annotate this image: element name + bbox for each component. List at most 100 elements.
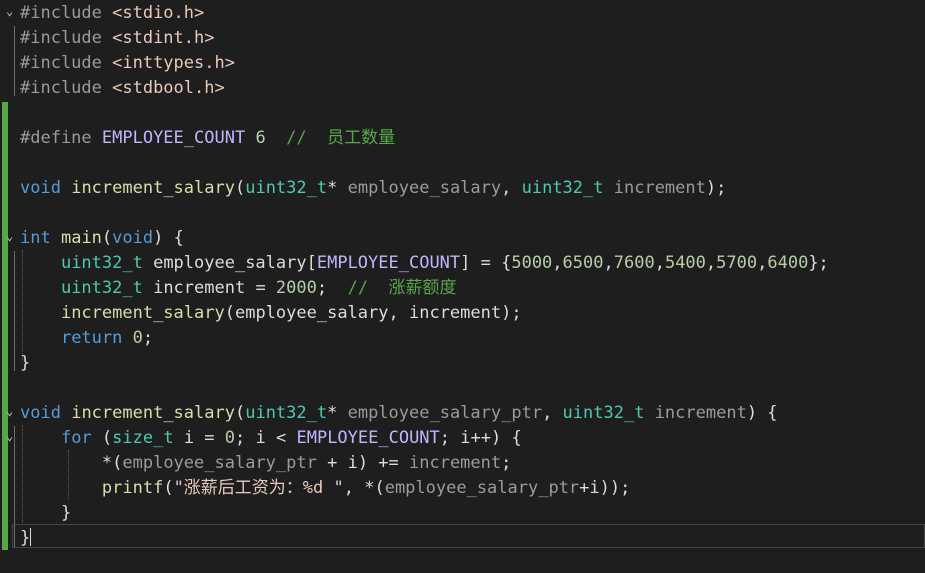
code-token: EMPLOYEE_COUNT — [296, 428, 440, 448]
code-token: employee_salary — [142, 253, 307, 273]
code-token: // 涨薪额度 — [347, 278, 457, 298]
code-token: , — [603, 253, 614, 273]
code-token: ] = { — [460, 253, 512, 273]
code-token: ( — [234, 403, 246, 423]
fold-chevron-icon[interactable]: ⌄ — [6, 224, 18, 249]
code-token: uint32_t — [521, 178, 604, 198]
code-token: , — [542, 403, 563, 423]
code-token: increment — [654, 403, 747, 423]
code-line[interactable]: void increment_salary(uint32_t* employee… — [20, 401, 778, 426]
code-token: #define — [20, 128, 102, 148]
code-line[interactable]: uint32_t employee_salary[EMPLOYEE_COUNT]… — [20, 251, 829, 276]
code-line[interactable]: printf("涨薪后工资为：%d ", *(employee_salary_p… — [20, 476, 631, 501]
code-line[interactable]: #define EMPLOYEE_COUNT 6 // 员工数量 — [20, 126, 395, 151]
code-token: return — [60, 328, 123, 348]
code-token: < — [276, 428, 297, 448]
code-line[interactable]: for (size_t i = 0; i < EMPLOYEE_COUNT; i… — [20, 426, 522, 451]
code-token: ; — [439, 428, 461, 448]
code-token: <stdbool.h> — [112, 78, 225, 98]
code-token: , — [654, 253, 665, 273]
code-token: 5700 — [716, 253, 758, 273]
code-token: i — [460, 428, 471, 448]
code-token: <inttypes.h> — [112, 53, 235, 73]
code-line[interactable]: int main(void) { — [20, 226, 184, 251]
code-token: int — [20, 228, 51, 248]
code-token: <stdint.h> — [112, 28, 215, 48]
code-token: 6 — [255, 128, 266, 148]
code-line[interactable]: return 0; — [20, 326, 153, 351]
code-token: , — [501, 178, 522, 198]
code-token: [ — [306, 253, 317, 273]
code-token: * — [327, 178, 348, 198]
fold-region-line — [14, 251, 15, 371]
code-token: } — [20, 353, 31, 373]
code-token: * — [327, 403, 348, 423]
code-token: = — [255, 278, 276, 298]
code-token: uint32_t — [245, 403, 328, 423]
code-token: uint32_t — [60, 278, 143, 298]
code-token: void — [20, 403, 61, 423]
code-line[interactable]: #include <inttypes.h> — [20, 51, 235, 76]
code-token: }; — [808, 253, 829, 273]
code-token: ); — [705, 178, 727, 198]
code-token: )); — [599, 478, 631, 498]
code-token: ( — [224, 303, 235, 323]
code-line[interactable]: } — [20, 526, 30, 551]
code-token: increment — [613, 178, 706, 198]
code-line[interactable]: void increment_salary(uint32_t* employee… — [20, 176, 726, 201]
code-line[interactable]: increment_salary(employee_salary, increm… — [20, 301, 522, 326]
code-token: employee_salary_ptr — [347, 403, 543, 423]
code-line[interactable]: #include <stdint.h> — [20, 26, 214, 51]
code-token: // 员工数量 — [286, 128, 396, 148]
code-token: employee_salary — [234, 303, 389, 323]
fold-chevron-icon[interactable]: ⌄ — [6, 0, 18, 24]
current-line-highlight — [12, 524, 925, 548]
code-token: + — [316, 453, 348, 473]
fold-chevron-icon[interactable]: ⌄ — [6, 399, 18, 424]
code-token: #include — [20, 28, 113, 48]
code-token: EMPLOYEE_COUNT — [101, 128, 246, 148]
code-token: void — [20, 178, 61, 198]
code-token: 5000 — [511, 253, 553, 273]
code-token: } — [60, 503, 72, 523]
code-line[interactable]: #include <stdbool.h> — [20, 76, 225, 101]
code-token: , *( — [343, 478, 385, 498]
code-line[interactable]: #include <stdio.h> — [20, 1, 204, 26]
code-token: ) { — [746, 403, 778, 423]
code-line[interactable]: } — [20, 501, 71, 526]
code-token: ( — [101, 228, 113, 248]
code-token: #include — [20, 53, 113, 73]
code-token: increment — [409, 453, 502, 473]
code-token: = — [204, 428, 225, 448]
code-token: ; — [235, 428, 256, 448]
code-token: ; — [316, 278, 348, 298]
code-token: #include — [20, 78, 113, 98]
code-token: size_t — [112, 428, 174, 448]
code-token: , — [552, 253, 563, 273]
fold-chevron-icon[interactable]: ⌄ — [6, 424, 18, 449]
code-token: ) { — [153, 228, 184, 248]
code-token: *( — [101, 453, 123, 473]
code-line[interactable]: } — [20, 351, 30, 376]
code-token: employee_salary_ptr — [384, 478, 580, 498]
code-token: 0 — [132, 328, 143, 348]
code-token: main — [60, 228, 102, 248]
code-token: , — [388, 303, 409, 323]
code-token: <stdio.h> — [112, 3, 205, 23]
code-token: "涨薪后工资为：%d " — [173, 478, 344, 498]
code-token: #include — [20, 3, 113, 23]
code-line[interactable]: uint32_t increment = 2000; // 涨薪额度 — [20, 276, 457, 301]
code-editor[interactable]: ⌄ ⌄ ⌄ ⌄ #include <stdio.h> #include <stdint.… — [0, 0, 925, 573]
code-line[interactable]: *(employee_salary_ptr + i) += increment; — [20, 451, 511, 476]
code-token: i — [589, 478, 600, 498]
